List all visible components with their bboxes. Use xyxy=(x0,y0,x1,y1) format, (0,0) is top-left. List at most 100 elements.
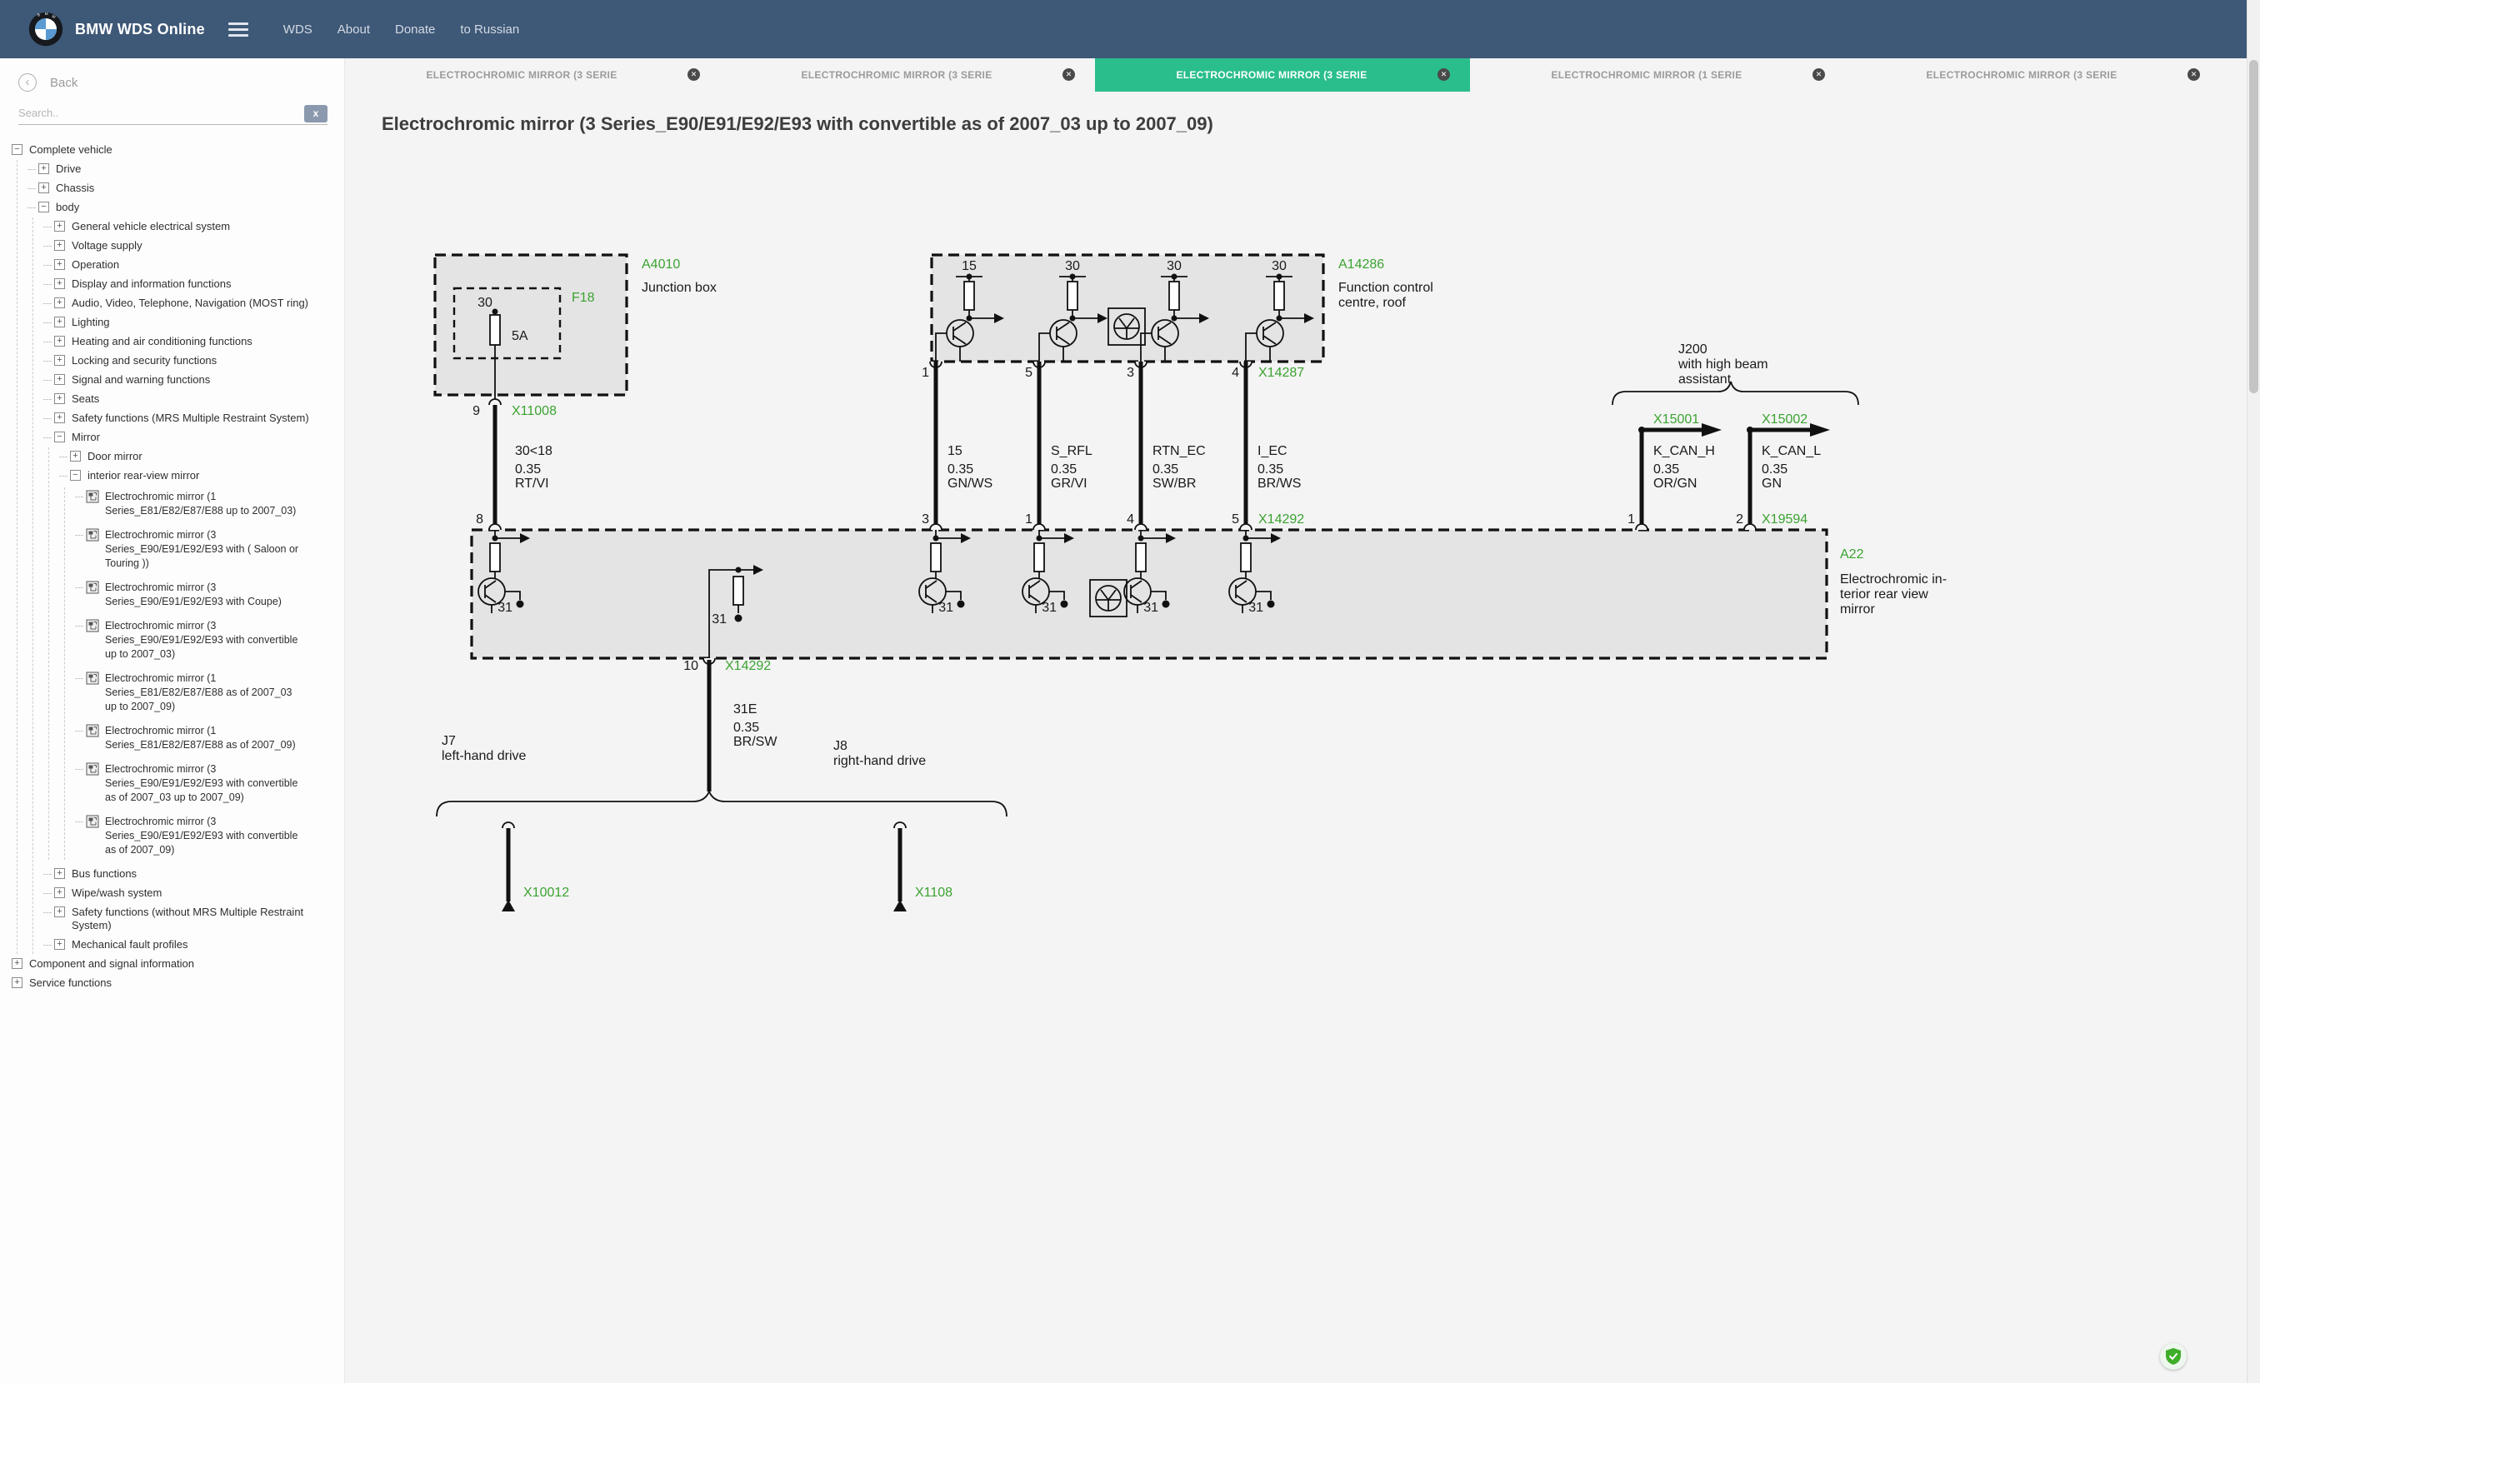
collapse-icon[interactable]: − xyxy=(12,144,22,155)
expand-icon[interactable]: + xyxy=(54,278,65,289)
label-x10012[interactable]: X10012 xyxy=(523,886,569,900)
expand-icon[interactable]: + xyxy=(38,163,49,174)
tree-node: + Mechanical fault profiles xyxy=(43,936,339,954)
tab[interactable]: ELECTROCHROMIC MIRROR (3 SERIE ✕ xyxy=(345,58,720,92)
tab[interactable]: ELECTROCHROMIC MIRROR (3 SERIE ✕ xyxy=(1845,58,2220,92)
tree-branch-item[interactable]: + Signal and warning functions xyxy=(43,371,339,389)
label-x14287[interactable]: X14287 xyxy=(1258,366,1304,380)
tab-close-icon[interactable]: ✕ xyxy=(1062,68,1075,81)
label-a22[interactable]: A22 xyxy=(1840,547,1864,562)
component-a4010-junction-box[interactable] xyxy=(433,253,628,405)
clear-search-button[interactable]: x xyxy=(304,105,328,122)
tree-branch-item[interactable]: − body xyxy=(28,198,339,217)
label-x19594[interactable]: X19594 xyxy=(1762,512,1808,527)
tree-branch-item[interactable]: + Operation xyxy=(43,256,339,274)
tree-branch-item[interactable]: + General vehicle electrical system xyxy=(43,217,339,236)
nav-link[interactable]: to Russian xyxy=(460,22,519,37)
nav-link[interactable]: WDS xyxy=(283,22,312,37)
expand-icon[interactable]: + xyxy=(54,393,65,404)
label-x1108[interactable]: X1108 xyxy=(915,886,952,900)
tree-branch-item[interactable]: − interior rear-view mirror xyxy=(59,467,339,485)
scrollbar[interactable] xyxy=(2247,0,2260,1383)
label-x15002[interactable]: X15002 xyxy=(1762,412,1808,427)
menu-icon[interactable] xyxy=(228,19,248,40)
search-input[interactable] xyxy=(18,103,304,122)
expand-icon[interactable]: + xyxy=(54,887,65,898)
tab-close-icon[interactable]: ✕ xyxy=(688,68,700,81)
component-a22-mirror[interactable] xyxy=(470,528,1828,660)
tree-branch-item[interactable]: + Wipe/wash system xyxy=(43,884,339,902)
shield-button[interactable] xyxy=(2160,1343,2187,1370)
tree-branch-item[interactable]: + Bus functions xyxy=(43,865,339,883)
nav-link[interactable]: Donate xyxy=(395,22,435,37)
tree-branch-item[interactable]: + Audio, Video, Telephone, Navigation (MO… xyxy=(43,294,339,312)
expand-icon[interactable]: + xyxy=(54,412,65,423)
document-icon xyxy=(86,619,99,632)
expand-icon[interactable]: + xyxy=(54,221,65,232)
expand-icon[interactable]: + xyxy=(54,336,65,347)
expand-icon[interactable]: + xyxy=(12,958,22,969)
collapse-icon[interactable]: − xyxy=(38,202,49,212)
tree-children: Electrochromic mirror (1 Series_E81/E82/… xyxy=(64,487,339,860)
tree-branch-item[interactable]: + Display and information functions xyxy=(43,275,339,293)
label-j7: J7 xyxy=(442,734,456,748)
tab[interactable]: ELECTROCHROMIC MIRROR (1 SERIE ✕ xyxy=(1470,58,1845,92)
tree-leaf-item[interactable]: Electrochromic mirror (1 Series_E81/E82/… xyxy=(75,669,339,717)
label-a14286[interactable]: A14286 xyxy=(1338,257,1384,272)
tree-leaf-item[interactable]: Electrochromic mirror (3 Series_E90/E91/… xyxy=(75,760,339,807)
nav-link[interactable]: About xyxy=(338,22,370,37)
tree-leaf-item[interactable]: Electrochromic mirror (3 Series_E90/E91/… xyxy=(75,526,339,573)
expand-icon[interactable]: + xyxy=(54,317,65,327)
tree-branch-item[interactable]: − Complete vehicle xyxy=(12,141,339,159)
tab-close-icon[interactable]: ✕ xyxy=(2188,68,2200,81)
tree-branch-item[interactable]: + Door mirror xyxy=(59,447,339,466)
expand-icon[interactable]: + xyxy=(54,297,65,308)
expand-icon[interactable]: + xyxy=(54,355,65,366)
label-x15001[interactable]: X15001 xyxy=(1653,412,1699,427)
tree-branch-item[interactable]: + Component and signal information xyxy=(12,955,339,973)
tree-branch-item[interactable]: + Service functions xyxy=(12,974,339,992)
tree-branch-item[interactable]: + Chassis xyxy=(28,179,339,197)
collapse-icon[interactable]: − xyxy=(54,432,65,442)
tree-branch-item[interactable]: + Mechanical fault profiles xyxy=(43,936,339,954)
tree-branch-item[interactable]: + Safety functions (without MRS Multiple … xyxy=(43,903,339,935)
expand-icon[interactable]: + xyxy=(54,374,65,385)
tab-active[interactable]: ELECTROCHROMIC MIRROR (3 SERIE ✕ xyxy=(1095,58,1470,92)
tree-leaf-item[interactable]: Electrochromic mirror (3 Series_E90/E91/… xyxy=(75,617,339,664)
expand-icon[interactable]: + xyxy=(70,451,81,462)
label-x14292-bottom[interactable]: X14292 xyxy=(725,659,771,673)
expand-icon[interactable]: + xyxy=(54,868,65,879)
scrollbar-thumb[interactable] xyxy=(2249,60,2258,393)
tree-leaf-item[interactable]: Electrochromic mirror (1 Series_E81/E82/… xyxy=(75,722,339,755)
expand-icon[interactable]: + xyxy=(54,939,65,950)
component-a14286-function-control-centre[interactable] xyxy=(930,253,1325,363)
tree-leaf-item[interactable]: Electrochromic mirror (1 Series_E81/E82/… xyxy=(75,487,339,521)
tree-branch-item[interactable]: + Seats xyxy=(43,390,339,408)
tree-branch-label: Complete vehicle xyxy=(29,143,112,156)
expand-icon[interactable]: + xyxy=(38,182,49,193)
tree-leaf-item[interactable]: Electrochromic mirror (3 Series_E90/E91/… xyxy=(75,812,339,860)
label-f18[interactable]: F18 xyxy=(572,291,595,305)
tree-branch-item[interactable]: + Voltage supply xyxy=(43,237,339,255)
label-x14292-top[interactable]: X14292 xyxy=(1258,512,1304,527)
tree-node: + Audio, Video, Telephone, Navigation (MO… xyxy=(43,294,339,312)
tree-branch-item[interactable]: + Safety functions (MRS Multiple Restrain… xyxy=(43,409,339,427)
label-a4010[interactable]: A4010 xyxy=(642,257,680,272)
tree-branch-item[interactable]: − Mirror xyxy=(43,428,339,447)
tree-branch-item[interactable]: + Locking and security functions xyxy=(43,352,339,370)
label-x11008[interactable]: X11008 xyxy=(512,404,557,418)
expand-icon[interactable]: + xyxy=(12,977,22,988)
tree-leaf-item[interactable]: Electrochromic mirror (3 Series_E90/E91/… xyxy=(75,578,339,612)
tree-branch-item[interactable]: + Heating and air conditioning functions xyxy=(43,332,339,351)
tab-close-icon[interactable]: ✕ xyxy=(1812,68,1825,81)
collapse-icon[interactable]: − xyxy=(70,470,81,481)
expand-icon[interactable]: + xyxy=(54,259,65,270)
brand[interactable]: B M W BMW WDS Online xyxy=(28,12,205,47)
expand-icon[interactable]: + xyxy=(54,906,65,917)
expand-icon[interactable]: + xyxy=(54,240,65,251)
tab-close-icon[interactable]: ✕ xyxy=(1438,68,1450,81)
tab[interactable]: ELECTROCHROMIC MIRROR (3 SERIE ✕ xyxy=(720,58,1095,92)
back-button[interactable]: ‹ Back xyxy=(0,58,344,97)
tree-branch-item[interactable]: + Lighting xyxy=(43,313,339,332)
tree-branch-item[interactable]: + Drive xyxy=(28,160,339,178)
